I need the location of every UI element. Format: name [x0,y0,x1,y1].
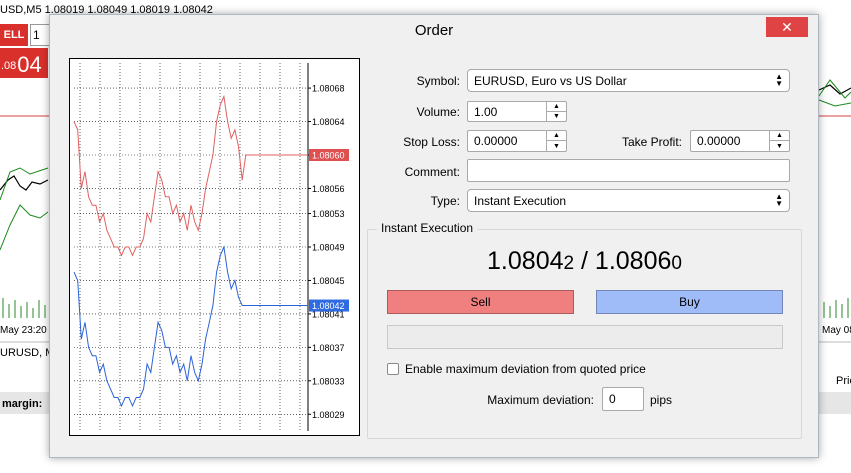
order-dialog: Order ✕ 1.080681.080641.080601.080561.08… [49,14,819,458]
y-tick-label: 1.08068 [312,84,345,94]
pips-label: pips [650,393,673,407]
y-tick-label: 1.08056 [312,184,345,194]
stop-loss-stepper[interactable]: ▲ ▼ [546,131,566,151]
volume-label: Volume: [416,105,460,119]
volume-stepper[interactable]: ▲ ▼ [546,102,566,121]
instant-execution-title: Instant Execution [377,221,478,235]
max-deviation-checkbox-label[interactable]: Enable maximum deviation from quoted pri… [405,362,646,376]
dialog-title: Order [414,22,454,39]
take-profit-value: 0.00000 [697,134,741,148]
stop-loss-label: Stop Loss: [403,135,460,149]
background-date-right: May 08 [822,325,851,336]
max-deviation-input[interactable]: 0 [602,387,644,411]
sell-button[interactable]: Sell [387,290,574,314]
type-select-value: Instant Execution [474,193,567,208]
spin-up-icon[interactable]: ▲ [770,131,789,141]
ask-price-badge-label: 1.08060 [312,151,345,161]
ask-series-line [73,94,308,257]
execution-progress-bar [387,325,783,349]
close-button[interactable]: ✕ [766,17,808,37]
y-tick-label: 1.08029 [312,410,345,420]
stop-loss-value: 0.00000 [474,134,518,148]
spin-up-icon[interactable]: ▲ [547,131,566,141]
comment-label: Comment: [404,165,460,179]
background-margin-label: margin: [2,398,43,410]
close-icon: ✕ [781,18,793,35]
take-profit-input[interactable]: 0.00000 ▲ ▼ [690,130,790,152]
volume-input-value: 1.00 [474,104,498,119]
bid-price: 1.08042 [487,247,575,275]
y-tick-label: 1.08033 [312,376,345,386]
type-select[interactable]: Instant Execution ▲ ▼ [467,189,790,212]
y-tick-label: 1.08037 [312,343,345,353]
max-deviation-checkbox[interactable] [387,363,399,375]
symbol-select-value: EURUSD, Euro vs US Dollar [474,73,627,88]
tick-chart: 1.08068 1.08064 1.08060 1.08056 1.08053 1.080… [69,58,360,436]
buy-button[interactable]: Buy [596,290,783,314]
spin-up-icon[interactable]: ▲ [547,102,566,112]
y-tick-label: 1.08049 [312,243,345,253]
max-deviation-label: Maximum deviation: [487,393,594,407]
spin-down-icon[interactable]: ▼ [770,141,789,151]
ask-price: 1.08060 [594,247,682,275]
take-profit-stepper[interactable]: ▲ ▼ [769,131,789,151]
tick-chart-svg: 1.08068 1.08064 1.08060 1.08056 1.08053 1.080… [73,63,349,431]
volume-input[interactable]: 1.00 ▲ ▼ [467,101,567,122]
quote-separator: / [574,247,595,275]
background-price-column: Pric [836,375,851,387]
spin-down-icon[interactable]: ▼ [547,112,566,122]
y-tick-label: 1.08053 [312,209,345,219]
y-tick-label: 1.08064 [312,117,345,127]
stop-loss-input[interactable]: 0.00000 ▲ ▼ [467,130,567,152]
spin-down-icon[interactable]: ▼ [547,141,566,151]
max-deviation-value: 0 [609,392,616,406]
take-profit-label: Take Profit: [621,135,682,149]
symbol-select[interactable]: EURUSD, Euro vs US Dollar ▲ ▼ [467,69,790,92]
symbol-label: Symbol: [416,74,460,88]
select-arrows-icon: ▲ ▼ [775,72,783,88]
bid-price-badge-label: 1.08042 [312,301,345,311]
type-label: Type: [430,194,460,208]
bid-series-line [73,245,308,408]
quote-display: 1.08042 / 1.08060 [367,247,802,276]
y-tick-label: 1.08045 [312,276,345,286]
comment-input[interactable] [467,159,790,182]
select-arrows-icon: ▲ ▼ [775,192,783,208]
